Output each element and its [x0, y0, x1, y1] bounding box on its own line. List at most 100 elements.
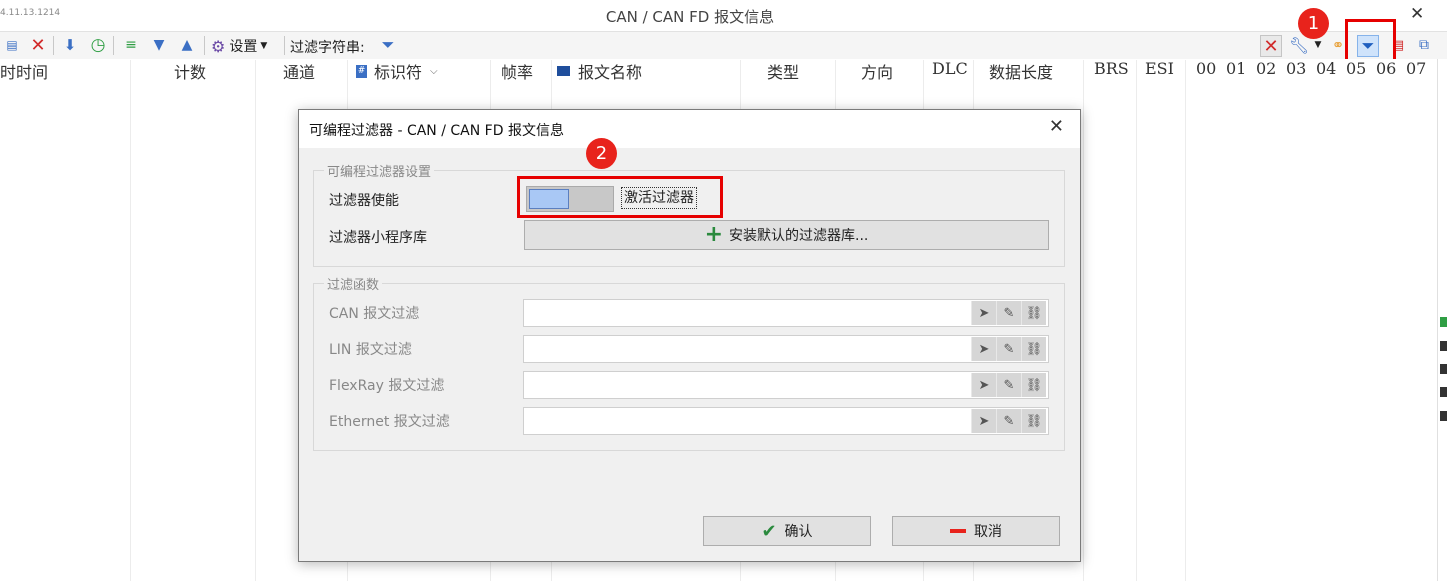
envelope-icon [557, 66, 570, 76]
cancel-label: 取消 [974, 524, 1002, 540]
column-header[interactable]: 通道 [283, 59, 315, 83]
edit-pencil-icon[interactable]: ✎ [996, 409, 1021, 433]
sort-icon[interactable]: ≡ [121, 35, 141, 55]
column-header[interactable]: 帧率 [501, 59, 533, 83]
column-header-name[interactable]: 报文名称 [557, 59, 642, 83]
column-header[interactable]: ESI [1145, 59, 1174, 83]
window-title: CAN / CAN FD 报文信息 [605, 8, 775, 26]
title-bar: 4.11.13.1214 CAN / CAN FD 报文信息 ✕ [0, 0, 1447, 31]
column-header[interactable]: 方向 [861, 59, 893, 83]
column-header-label: 报文名称 [578, 63, 643, 82]
unlink-icon[interactable]: ⛓ [1021, 373, 1046, 397]
toolbar-separator [53, 36, 54, 55]
column-header[interactable]: DLC [932, 59, 968, 83]
check-icon: ✔ [761, 520, 777, 542]
sort-chevron-icon: ⌵ [430, 65, 438, 77]
column-header[interactable]: 00 [1196, 59, 1216, 83]
column-header[interactable]: 类型 [767, 59, 799, 83]
dialog-title: 可编程过滤器 - CAN / CAN FD 报文信息 [309, 123, 564, 139]
edit-pencil-icon[interactable]: ✎ [996, 373, 1021, 397]
column-header[interactable]: 04 [1316, 59, 1336, 83]
column-header[interactable]: 03 [1286, 59, 1306, 83]
select-cursor-icon[interactable]: ➤ [971, 409, 996, 433]
install-default-library-button[interactable]: + 安装默认的过滤器库... [524, 220, 1049, 250]
programmable-filter-dialog: 可编程过滤器 - CAN / CAN FD 报文信息 ✕ 可编程过滤器设置 过滤… [298, 109, 1081, 562]
column-header[interactable]: 02 [1256, 59, 1276, 83]
lin-filter-label: LIN 报文过滤 [329, 342, 412, 358]
wrench-icon[interactable]: 🔧︎ [1289, 35, 1309, 55]
export-icon[interactable]: ▤ [2, 35, 22, 55]
edge-icon [1440, 317, 1447, 327]
column-header-id[interactable]: # 标识符 ⌵ [356, 59, 438, 83]
column-header[interactable]: BRS [1094, 59, 1129, 83]
dialog-close-button[interactable]: ✕ [1049, 116, 1064, 137]
edit-pencil-icon[interactable]: ✎ [996, 301, 1021, 325]
ethernet-filter-field[interactable]: ➤ ✎ ⛓ [523, 407, 1049, 435]
toolbar-separator [284, 36, 285, 55]
column-header-label: 标识符 [374, 63, 423, 82]
ok-button[interactable]: ✔ 确认 [703, 516, 871, 546]
toolbar-separator [113, 36, 114, 55]
unlink-icon[interactable]: ⛓ [1021, 409, 1046, 433]
column-header[interactable]: 01 [1226, 59, 1246, 83]
right-edge-panel [1437, 59, 1447, 581]
column-header[interactable]: 数据长度 [989, 59, 1053, 83]
flexray-filter-label: FlexRay 报文过滤 [329, 378, 445, 394]
edit-pencil-icon[interactable]: ✎ [996, 337, 1021, 361]
step-badge-2: 2 [586, 138, 617, 169]
group-label: 过滤函数 [324, 274, 383, 293]
clear-icon[interactable]: ✕ [28, 35, 48, 56]
scroll-bottom-icon[interactable]: ⬇ [60, 35, 80, 55]
toolbar: ▤ ✕ ⬇ ◷ ≡ ▼ ▲ ⚙ 设置 ▼ 过滤字符串: ⏷ ✕ 🔧︎ ▼ ⚭ ⏷… [0, 31, 1447, 60]
can-filter-field[interactable]: ➤ ✎ ⛓ [523, 299, 1049, 327]
select-cursor-icon[interactable]: ➤ [971, 301, 996, 325]
column-header[interactable]: 时时间 [0, 59, 48, 83]
unlink-icon[interactable]: ⛓ [1021, 337, 1046, 361]
column-header[interactable]: 计数 [174, 59, 206, 83]
edge-icon [1440, 341, 1447, 351]
dialog-title-bar: 可编程过滤器 - CAN / CAN FD 报文信息 ✕ [299, 110, 1080, 148]
install-button-label: 安装默认的过滤器库... [729, 228, 869, 244]
step-badge-1: 1 [1298, 8, 1329, 39]
chevron-down-icon: ▼ [260, 41, 268, 51]
window-close-button[interactable]: ✕ [1410, 4, 1424, 24]
edge-icon [1440, 387, 1447, 397]
gear-icon: ⚙ [211, 36, 226, 56]
flexray-filter-field[interactable]: ➤ ✎ ⛓ [523, 371, 1049, 399]
hash-icon: # [356, 64, 367, 78]
toolbar-separator [204, 36, 205, 55]
column-divider [1185, 60, 1186, 581]
minus-icon [950, 529, 966, 533]
edge-icon [1440, 364, 1447, 374]
settings-menu-button[interactable]: ⚙ 设置 ▼ [211, 36, 267, 56]
cancel-button[interactable]: 取消 [892, 516, 1060, 546]
column-header[interactable]: 05 [1346, 59, 1366, 83]
column-divider [1083, 60, 1084, 581]
column-header[interactable]: 07 [1406, 59, 1426, 83]
move-up-icon[interactable]: ▲ [177, 35, 197, 55]
highlight-box-enable [517, 176, 723, 218]
clear-filter-icon[interactable]: ✕ [1260, 35, 1282, 57]
select-cursor-icon[interactable]: ➤ [971, 373, 996, 397]
filter-string-label: 过滤字符串: [290, 40, 365, 56]
select-cursor-icon[interactable]: ➤ [971, 337, 996, 361]
popout-icon[interactable]: ⧉ [1414, 35, 1434, 55]
move-down-icon[interactable]: ▼ [149, 35, 169, 55]
can-filter-label: CAN 报文过滤 [329, 306, 420, 322]
column-header[interactable]: 06 [1376, 59, 1396, 83]
column-divider [255, 60, 256, 581]
settings-label: 设置 [229, 39, 258, 55]
filter-string-icon[interactable]: ⏷ [378, 35, 398, 55]
edge-icon [1440, 411, 1447, 421]
column-divider [1136, 60, 1137, 581]
clock-icon[interactable]: ◷ [88, 35, 108, 55]
ethernet-filter-label: Ethernet 报文过滤 [329, 414, 450, 430]
ok-label: 确认 [784, 524, 813, 540]
filter-library-label: 过滤器小程序库 [329, 230, 427, 246]
filter-enable-label: 过滤器使能 [329, 193, 399, 209]
plus-icon: + [704, 222, 724, 247]
column-header-row: 时时间 计数 通道 # 标识符 ⌵ 帧率 报文名称 类型 方向 DLC 数据长度… [0, 59, 1447, 83]
unlink-icon[interactable]: ⛓ [1021, 301, 1046, 325]
lin-filter-field[interactable]: ➤ ✎ ⛓ [523, 335, 1049, 363]
group-label: 可编程过滤器设置 [324, 161, 435, 180]
